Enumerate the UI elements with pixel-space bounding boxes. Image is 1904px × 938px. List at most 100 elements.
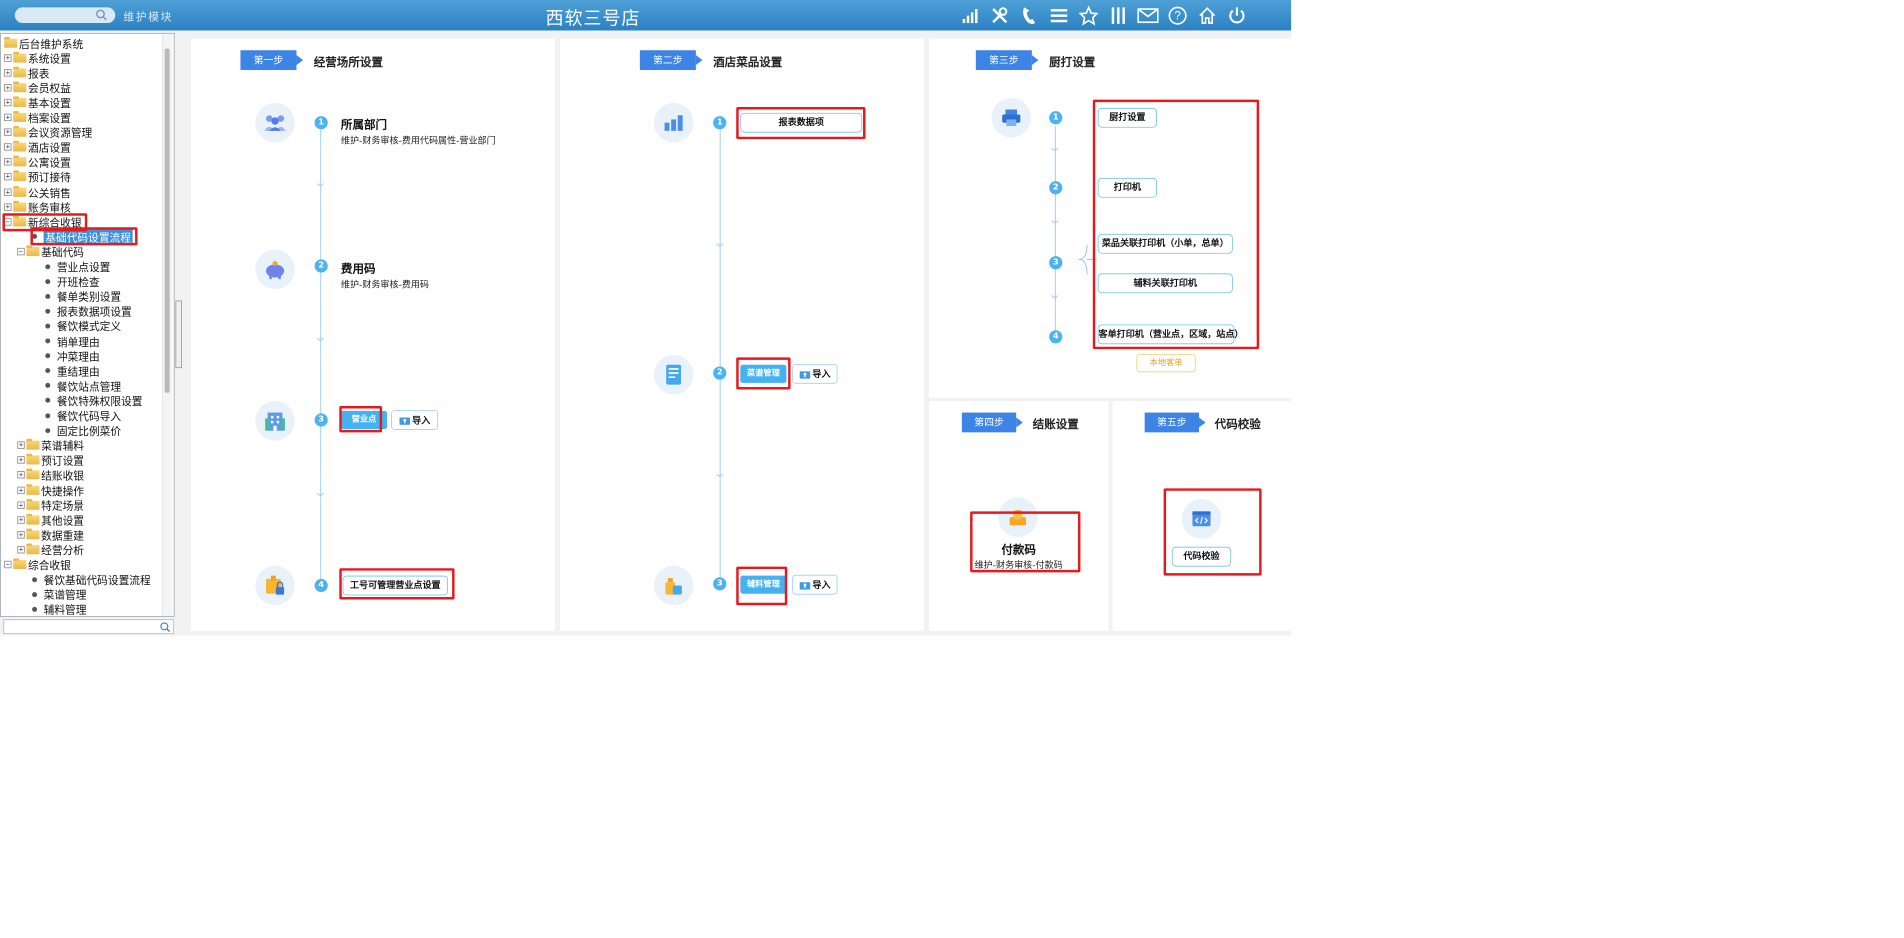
expand-icon[interactable]: +: [4, 128, 12, 136]
tree-item-leaf[interactable]: 餐单类别设置: [44, 289, 121, 304]
tree-item-leaf[interactable]: 菜谱管理: [30, 587, 86, 602]
tree-item-folder[interactable]: + 酒店设置: [4, 140, 71, 155]
kitchen-print-setting-button[interactable]: 厨打设置: [1097, 107, 1158, 128]
accessory-management-button[interactable]: 辅料管理: [740, 575, 787, 594]
staff-outlet-permission-button[interactable]: 工号可管理营业点设置: [342, 575, 448, 596]
folder-icon: [26, 468, 40, 480]
menu-management-button[interactable]: 菜谱管理: [740, 364, 787, 383]
tree-node-label: 餐饮代码导入: [56, 410, 122, 424]
tree-item-folder[interactable]: + 菜谱辅料: [17, 438, 84, 453]
tree-item-folder[interactable]: + 报表: [4, 65, 49, 80]
printer-button[interactable]: 打印机: [1097, 177, 1158, 198]
tree-item-selected[interactable]: 基础代码设置流程: [30, 228, 133, 245]
report-data-item-button[interactable]: 报表数据项: [740, 112, 863, 133]
tree-item-folder[interactable]: + 其他设置: [17, 512, 84, 528]
guest-bill-printer-button[interactable]: 客单打印机（营业点，区域，站点）: [1097, 324, 1243, 345]
collapse-icon[interactable]: −: [4, 560, 12, 569]
tree-item-folder[interactable]: + 经营分析: [17, 542, 84, 557]
item-title-department[interactable]: 所属部门: [341, 116, 387, 132]
expand-icon[interactable]: +: [4, 188, 12, 196]
expand-icon[interactable]: +: [4, 203, 12, 211]
expand-icon[interactable]: +: [4, 173, 12, 181]
tree-item-folder[interactable]: + 快捷操作: [17, 483, 84, 498]
tree-root[interactable]: 后台维护系统: [4, 35, 83, 51]
expand-icon[interactable]: +: [4, 98, 12, 107]
tree-item-leaf[interactable]: 餐饮基础代码设置流程: [30, 572, 151, 587]
tree-item-folder[interactable]: + 会议资源管理: [4, 125, 92, 140]
expand-icon[interactable]: +: [4, 143, 12, 151]
search-icon[interactable]: [160, 622, 171, 633]
collapse-icon[interactable]: −: [4, 217, 12, 226]
tree-item-leaf[interactable]: 开班检查: [44, 274, 100, 289]
tree-item-leaf[interactable]: 报表数据项设置: [44, 304, 132, 319]
tree-item-leaf[interactable]: 餐饮特殊权限设置: [44, 393, 143, 408]
tree-item-leaf[interactable]: 餐饮模式定义: [44, 319, 121, 334]
tree-node-label: 预订接待: [27, 172, 71, 185]
dish-printer-link-button[interactable]: 菜品关联打印机（小单，总单）: [1097, 233, 1233, 254]
tree-item-folder[interactable]: + 预订接待: [4, 170, 71, 185]
step3-num-4: 4: [1049, 330, 1063, 344]
accessory-printer-link-button[interactable]: 辅料关联打印机: [1097, 273, 1233, 294]
local-guest-bill-tag[interactable]: 本地客单: [1136, 354, 1196, 373]
tree-item-pos[interactable]: − 综合收银: [4, 557, 71, 572]
tree-item-folder[interactable]: + 数据重建: [17, 527, 84, 543]
tree-item-basic-code[interactable]: − 基础代码: [17, 244, 84, 259]
expand-icon[interactable]: +: [4, 158, 12, 166]
expand-icon[interactable]: +: [17, 501, 25, 509]
tree-node-label: 快捷操作: [41, 485, 85, 498]
tree-item-folder[interactable]: + 系统设置: [4, 50, 71, 66]
import-outlet-button[interactable]: 导入: [391, 410, 439, 430]
tree-item-folder[interactable]: + 档案设置: [4, 110, 71, 125]
payment-code-title[interactable]: 付款码: [929, 541, 1109, 557]
expand-icon[interactable]: +: [17, 486, 25, 494]
expand-icon[interactable]: +: [4, 68, 12, 77]
tree-item-leaf[interactable]: 重结理由: [44, 363, 100, 379]
star-icon[interactable]: [1077, 4, 1100, 27]
tree-item-folder[interactable]: + 公关销售: [4, 184, 71, 200]
tree-search-input[interactable]: [3, 619, 174, 635]
expand-icon[interactable]: +: [17, 545, 25, 554]
tree-item-leaf[interactable]: 固定比例菜价: [44, 423, 121, 438]
mail-icon[interactable]: [1136, 4, 1159, 27]
sidebar-splitter[interactable]: [175, 300, 182, 369]
step1-tag: 第一步: [240, 50, 304, 70]
tree-item-folder[interactable]: + 特定场景: [17, 497, 84, 513]
import-menu-button[interactable]: 导入: [792, 363, 838, 384]
expand-icon[interactable]: +: [17, 530, 25, 539]
expand-icon[interactable]: +: [17, 441, 25, 449]
expand-icon[interactable]: +: [17, 456, 25, 464]
expand-icon[interactable]: +: [17, 516, 25, 524]
home-icon[interactable]: [1196, 4, 1219, 27]
power-icon[interactable]: [1225, 4, 1248, 27]
tree-item-new-pos[interactable]: − 新综合收银: [4, 214, 82, 229]
tree-item-folder[interactable]: + 基本设置: [4, 95, 71, 110]
expand-icon[interactable]: +: [17, 471, 25, 479]
tools-icon[interactable]: [988, 4, 1011, 27]
tree-item-folder[interactable]: + 预订设置: [17, 453, 84, 468]
tree-item-leaf[interactable]: 辅料管理: [30, 602, 86, 616]
item-title-expense-code[interactable]: 费用码: [341, 260, 376, 276]
tree-item-folder[interactable]: + 账务审核: [4, 199, 71, 215]
tree-item-leaf[interactable]: 营业点设置: [44, 259, 110, 274]
help-icon[interactable]: ?: [1166, 4, 1189, 27]
menu-icon[interactable]: [1047, 4, 1070, 27]
tree-item-leaf[interactable]: 餐饮代码导入: [44, 408, 121, 423]
columns-icon[interactable]: [1107, 4, 1130, 27]
signal-icon[interactable]: [959, 4, 982, 27]
tree-item-folder[interactable]: + 结账收银: [17, 468, 84, 483]
sidebar-scroll-thumb[interactable]: [164, 48, 170, 393]
outlet-button[interactable]: 营业点: [340, 410, 388, 430]
expand-icon[interactable]: +: [4, 54, 12, 62]
tree-item-leaf[interactable]: 销单理由: [44, 334, 100, 349]
collapse-icon[interactable]: −: [17, 247, 25, 256]
folder-icon: [13, 155, 27, 167]
expand-icon[interactable]: +: [4, 83, 12, 92]
tree-item-leaf[interactable]: 冲菜理由: [44, 348, 100, 364]
phone-icon[interactable]: [1018, 4, 1041, 27]
tree-item-leaf[interactable]: 餐饮站点管理: [44, 378, 121, 393]
tree-item-folder[interactable]: + 会员权益: [4, 80, 71, 95]
expand-icon[interactable]: +: [4, 113, 12, 122]
import-accessory-button[interactable]: 导入: [792, 574, 838, 595]
code-check-button[interactable]: 代码校验: [1171, 546, 1232, 567]
tree-item-folder[interactable]: + 公寓设置: [4, 155, 71, 170]
